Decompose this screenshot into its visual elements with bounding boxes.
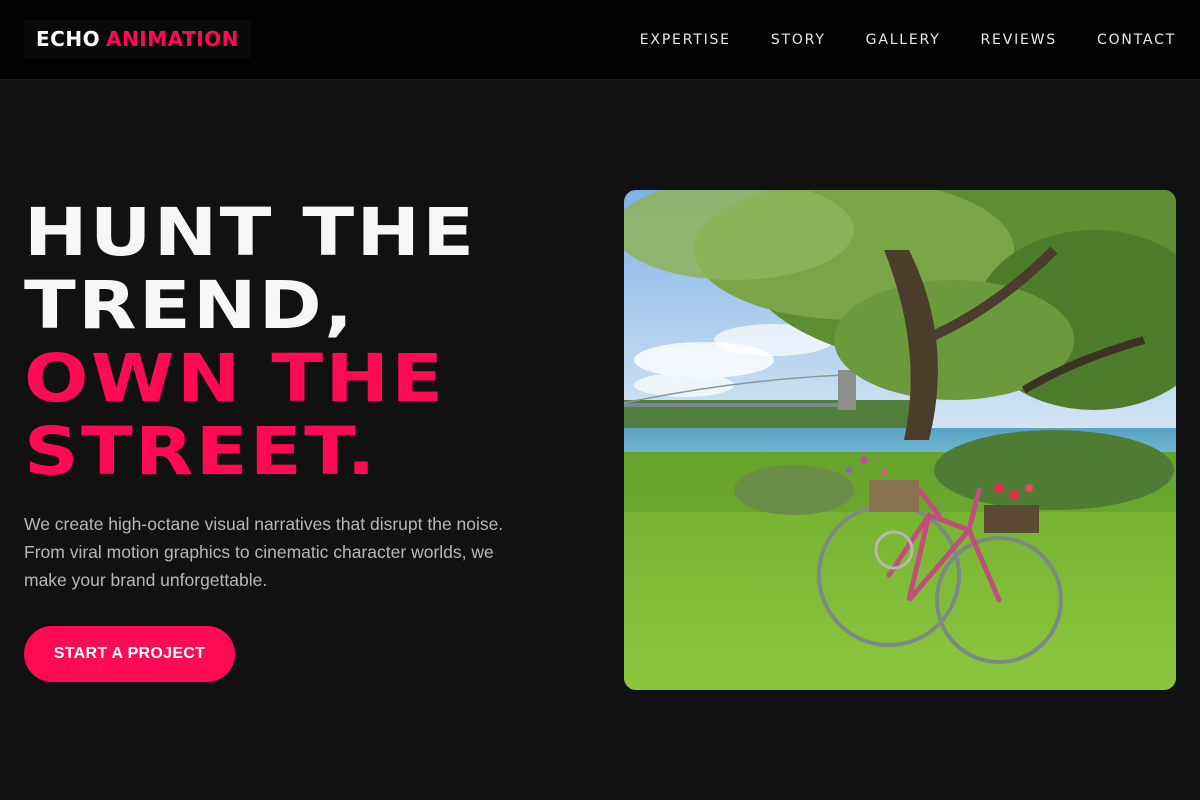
- top-navigation-bar: ECHO ANIMATION EXPERTISE STORY GALLERY R…: [0, 0, 1200, 80]
- hero-headline: HUNT THE TREND, OWN THE STREET.: [24, 196, 668, 488]
- nav-link-story[interactable]: STORY: [771, 32, 826, 48]
- main-nav: EXPERTISE STORY GALLERY REVIEWS CONTACT: [640, 0, 1176, 80]
- hero-headline-line-1: HUNT THE: [24, 194, 477, 271]
- brand-name-first: ECHO: [36, 27, 101, 51]
- start-project-button[interactable]: START A PROJECT: [24, 626, 235, 682]
- nav-link-reviews[interactable]: REVIEWS: [981, 32, 1057, 48]
- hero-headline-line-2: TREND,: [24, 267, 356, 344]
- brand-name-second: ANIMATION: [106, 27, 239, 51]
- hero-image-bicycle-by-river: [624, 190, 1176, 690]
- hero-headline-line-3: OWN THE: [24, 340, 446, 417]
- nav-link-expertise[interactable]: EXPERTISE: [640, 32, 731, 48]
- nav-link-contact[interactable]: CONTACT: [1097, 32, 1176, 48]
- hero-description: We create high-octane visual narratives …: [24, 514, 504, 590]
- nav-link-gallery[interactable]: GALLERY: [866, 32, 941, 48]
- hero-headline-line-4: STREET.: [24, 413, 378, 490]
- brand-logo[interactable]: ECHO ANIMATION: [24, 20, 251, 58]
- hero-image-illustration: [624, 190, 1176, 690]
